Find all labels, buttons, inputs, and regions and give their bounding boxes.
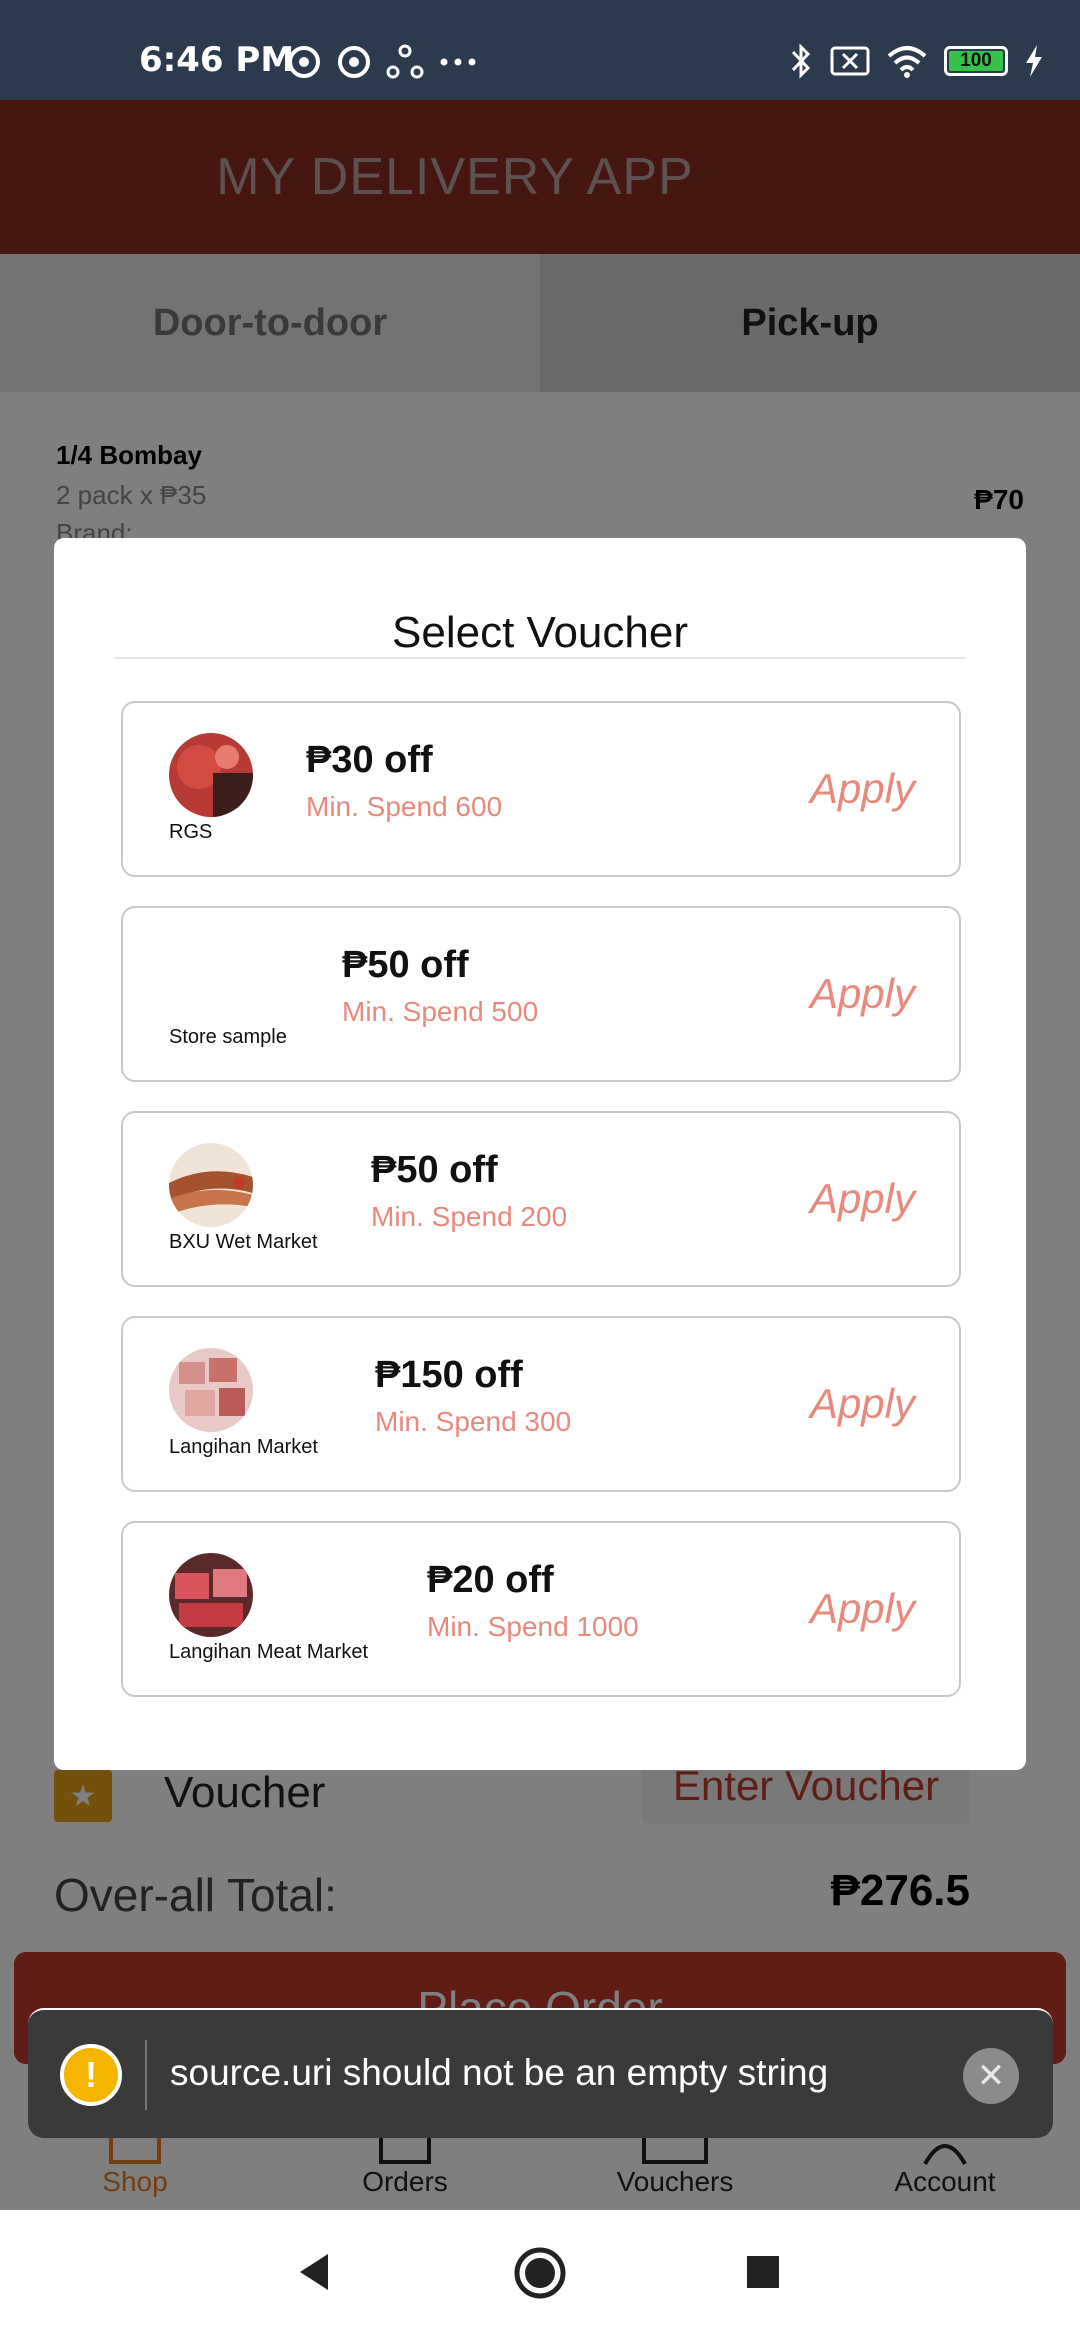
store-name: Langihan Meat Market (169, 1641, 369, 1663)
voucher-card[interactable]: Langihan Meat Market ₱20 off Min. Spend … (121, 1521, 961, 1697)
voucher-discount: ₱50 off (342, 944, 469, 986)
store-image (169, 1553, 253, 1637)
voucher-card[interactable]: RGS ₱30 off Min. Spend 600 Apply (121, 701, 961, 877)
back-icon[interactable] (294, 2250, 334, 2294)
status-time: 6:46 PM (139, 40, 295, 80)
voucher-discount: ₱20 off (427, 1559, 554, 1601)
apply-button[interactable]: Apply (810, 765, 915, 813)
no-sim-icon (830, 46, 870, 76)
modal-title: Select Voucher (392, 608, 688, 657)
close-icon[interactable]: ✕ (963, 2048, 1019, 2104)
notification-app-icon (288, 46, 320, 78)
voucher-min-spend: Min. Spend 500 (342, 996, 539, 1027)
toast-divider (145, 2040, 147, 2110)
apply-button[interactable]: Apply (810, 1175, 915, 1223)
voucher-discount: ₱30 off (306, 739, 433, 781)
voucher-min-spend: Min. Spend 1000 (427, 1611, 639, 1642)
voucher-card[interactable]: BXU Wet Market ₱50 off Min. Spend 200 Ap… (121, 1111, 961, 1287)
recents-icon[interactable] (745, 2254, 781, 2290)
more-icon (440, 58, 476, 66)
store-name: Store sample (169, 1026, 287, 1048)
notification-icons (286, 44, 478, 80)
voucher-discount: ₱150 off (375, 1354, 523, 1396)
warning-icon: ! (60, 2044, 122, 2106)
voucher-discount: ₱50 off (371, 1149, 498, 1191)
store-image (169, 1348, 253, 1432)
share-icon (386, 44, 424, 79)
wifi-icon (887, 46, 927, 78)
notification-app-icon (338, 46, 370, 78)
system-icons: 100 (788, 42, 1044, 80)
store-image (169, 733, 253, 817)
apply-button[interactable]: Apply (810, 970, 915, 1018)
toast-message: source.uri should not be an empty string (170, 2052, 829, 2093)
apply-button[interactable]: Apply (810, 1380, 915, 1428)
battery-icon: 100 (944, 46, 1008, 76)
error-toast: ! source.uri should not be an empty stri… (28, 2008, 1053, 2138)
store-name: BXU Wet Market (169, 1231, 318, 1253)
store-image (169, 1143, 253, 1227)
voucher-card[interactable]: Langihan Market ₱150 off Min. Spend 300 … (121, 1316, 961, 1492)
modal-divider (114, 657, 966, 659)
status-bar: 6:46 PM 100 (0, 0, 1080, 100)
store-name: RGS (169, 821, 213, 843)
voucher-min-spend: Min. Spend 200 (371, 1201, 568, 1232)
select-voucher-modal: Select Voucher RGS ₱30 off Min. Spend 60… (54, 538, 1026, 1770)
home-icon[interactable] (513, 2246, 567, 2300)
voucher-card[interactable]: Store sample ₱50 off Min. Spend 500 Appl… (121, 906, 961, 1082)
voucher-min-spend: Min. Spend 600 (306, 791, 503, 822)
voucher-min-spend: Min. Spend 300 (375, 1406, 572, 1437)
charging-icon (1026, 45, 1042, 77)
store-name: Langihan Market (169, 1436, 318, 1458)
apply-button[interactable]: Apply (810, 1585, 915, 1633)
bluetooth-icon (791, 43, 811, 79)
battery-level: 100 (960, 50, 992, 71)
system-nav-bar (0, 2210, 1080, 2340)
